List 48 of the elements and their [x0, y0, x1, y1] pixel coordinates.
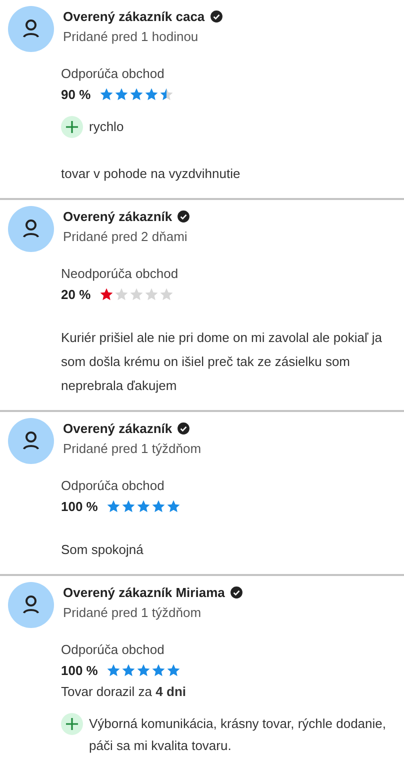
star-icon [144, 287, 159, 302]
star-icon [158, 287, 174, 302]
author-name: Overený zákazník caca [63, 9, 205, 24]
star-icon [98, 287, 114, 302]
rating-percent: 20 % [61, 287, 91, 302]
rating-percent: 90 % [61, 87, 91, 102]
pro-text: Výborná komunikácia, krásny tovar, rýchle dodanie, páči sa mi kvalita tovaru. [89, 715, 387, 755]
review-date: Pridané pred 1 hodinou [63, 29, 200, 44]
rating-percent: 100 % [61, 499, 98, 514]
star-icon [158, 87, 174, 102]
pro-text: rychlo [89, 118, 124, 136]
recommendation-label: Odporúča obchod [61, 642, 166, 657]
star-icon [114, 87, 129, 102]
review-date: Pridané pred 1 týždňom [63, 605, 202, 620]
recommendation-label: Neodporúča obchod [61, 266, 180, 281]
star-icon [120, 663, 136, 678]
star-icon [136, 499, 151, 514]
delivery-time: Tovar dorazil za 4 dni [61, 684, 187, 699]
star-icon [106, 499, 121, 514]
star-icon [98, 87, 114, 102]
recommendation-label: Odporúča obchod [61, 478, 166, 493]
star-icon [150, 499, 166, 514]
star-icon [136, 663, 151, 678]
star-icon [150, 663, 166, 678]
author-name: Overený zákazník [63, 421, 172, 436]
author-name: Overený zákazník Miriama [63, 585, 225, 600]
rating-percent: 100 % [61, 663, 98, 678]
review-text: Som spokojná [61, 541, 144, 559]
person-icon [22, 219, 40, 239]
review-text: tovar v pohode na vyzdvihnutie [61, 165, 242, 183]
review-text: Kuriér prišiel ale nie pri dome on mi zavolal ale pokiaľ ja som došla krému on išiel preč tak ze zásielku som neprebrala ďakujem [61, 329, 384, 395]
recommendation-label: Odporúča obchod [61, 66, 166, 81]
star-icon [114, 287, 129, 302]
star-icon [144, 87, 159, 102]
review-date: Pridané pred 1 týždňom [63, 441, 202, 456]
star-icon [166, 663, 181, 678]
star-icon [128, 87, 144, 102]
person-icon [22, 19, 40, 39]
plus-icon [61, 116, 83, 138]
person-icon [22, 431, 40, 451]
star-icon [106, 663, 121, 678]
star-icon [120, 499, 136, 514]
review-date: Pridané pred 2 dňami [63, 229, 188, 244]
author-name: Overený zákazník [63, 209, 172, 224]
star-icon [128, 287, 144, 302]
person-icon [22, 595, 40, 615]
plus-icon [61, 713, 83, 735]
star-icon [166, 499, 181, 514]
